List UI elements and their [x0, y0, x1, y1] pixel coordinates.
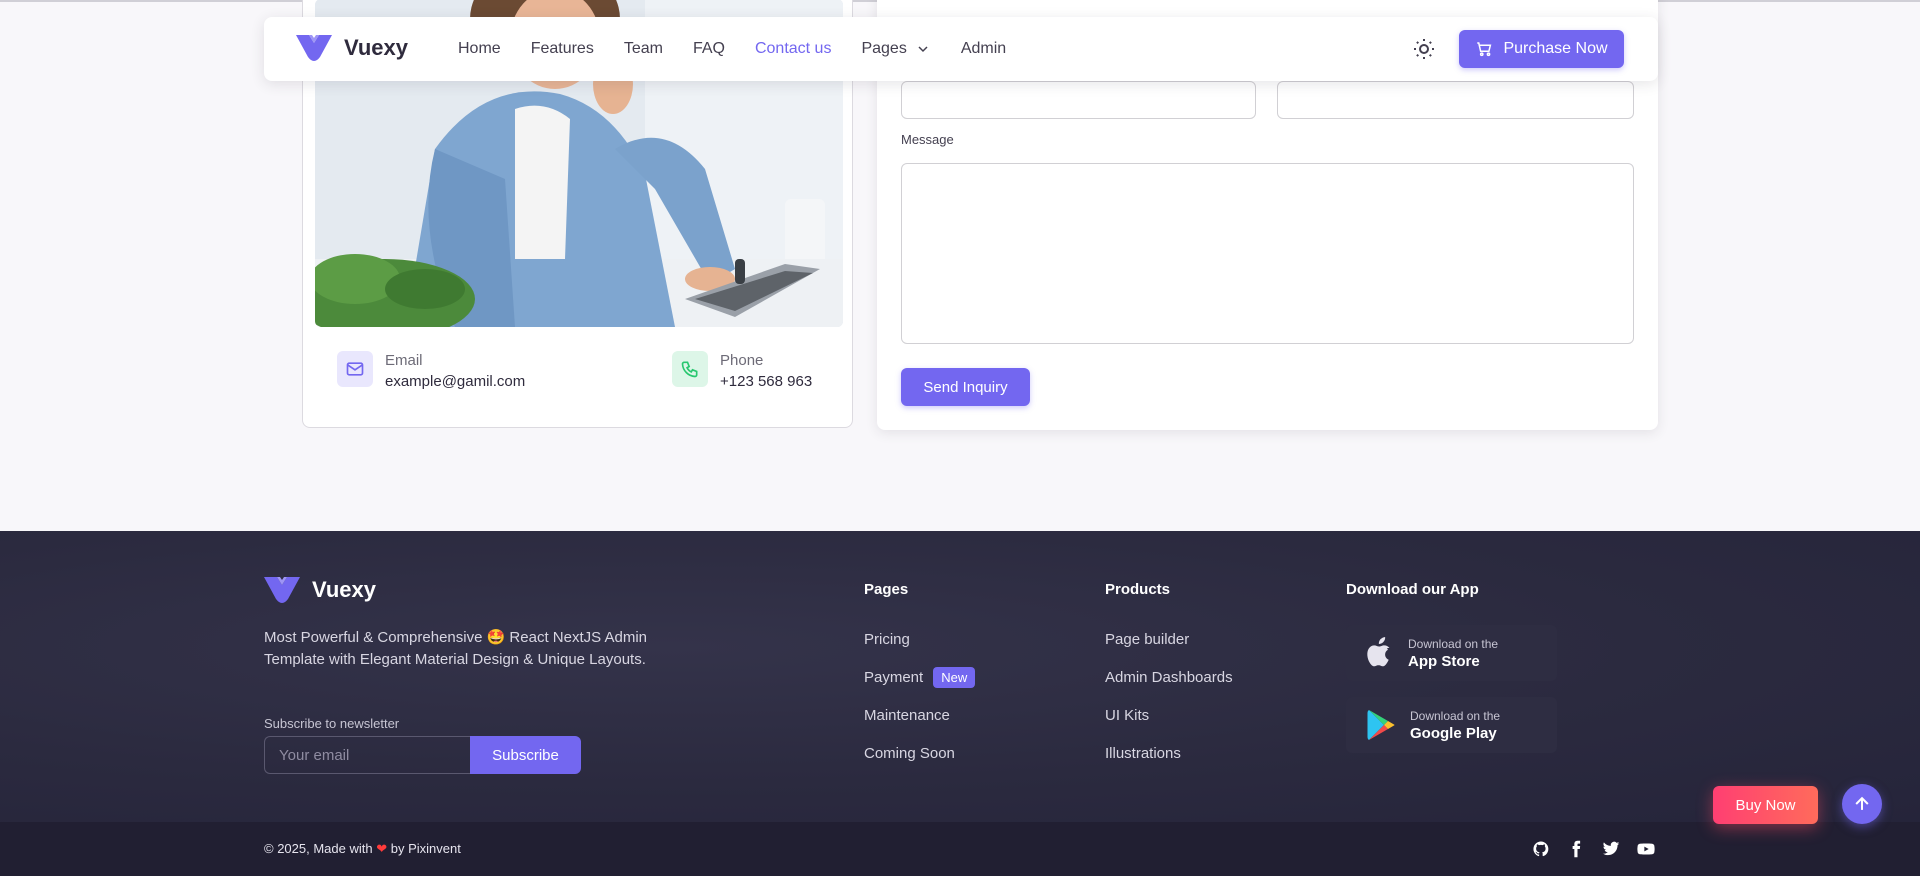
nav-pages-label: Pages: [861, 40, 907, 57]
twitter-icon[interactable]: [1602, 840, 1620, 858]
footer-products-column: Products Page builder Admin Dashboards U…: [1105, 581, 1233, 772]
nav-contact-us[interactable]: Contact us: [755, 40, 831, 58]
cart-icon: [1477, 42, 1492, 57]
brand[interactable]: Vuexy: [296, 35, 408, 61]
heart-icon: ❤: [376, 841, 388, 856]
footer-description: Most Powerful & Comprehensive 🤩 React Ne…: [264, 629, 647, 668]
footer: Vuexy Most Powerful & Comprehensive 🤩 Re…: [0, 531, 1920, 822]
contact-phone: Phone +123 568 963: [672, 351, 812, 393]
social-links: [1532, 840, 1655, 858]
purchase-label: Purchase Now: [1503, 40, 1608, 57]
nav-links: Home Features Team FAQ Contact us Pages …: [458, 17, 1036, 81]
top-navbar: Vuexy Home Features Team FAQ Contact us …: [264, 17, 1658, 81]
footer-link-illustrations[interactable]: Illustrations: [1105, 734, 1233, 772]
nav-features[interactable]: Features: [531, 40, 594, 58]
footer-link-pricing[interactable]: Pricing: [864, 620, 975, 658]
purchase-now-button[interactable]: Purchase Now: [1459, 30, 1624, 68]
nav-pages[interactable]: Pages: [861, 40, 930, 58]
footer-app-column: Download our App: [1346, 581, 1479, 620]
email-address-input[interactable]: [1277, 81, 1634, 119]
newsletter-label: Subscribe to newsletter: [264, 716, 400, 731]
footer-link-page-builder[interactable]: Page builder: [1105, 620, 1233, 658]
app-title: Download our App: [1346, 581, 1479, 598]
apple-icon: [1367, 637, 1390, 667]
message-label: Message: [901, 132, 954, 147]
full-name-input[interactable]: [901, 81, 1256, 119]
contact-info-row: Email example@gamil.com Phone +123 568 9…: [303, 339, 854, 399]
chevron-down-icon: [918, 46, 928, 53]
email-label: Email: [385, 352, 423, 369]
phone-icon: [672, 351, 708, 387]
phone-value: +123 568 963: [720, 373, 813, 390]
nav-faq[interactable]: FAQ: [693, 40, 725, 58]
buy-now-button[interactable]: Buy Now: [1713, 786, 1818, 824]
footer-bottom-bar: © 2025, Made with ❤ by Pixinvent: [0, 822, 1920, 876]
scroll-to-top-button[interactable]: [1842, 784, 1882, 824]
contact-email: Email example@gamil.com: [337, 351, 525, 393]
footer-link-ui-kits[interactable]: UI Kits: [1105, 696, 1233, 734]
arrow-up-icon: [1855, 796, 1869, 810]
email-value: example@gamil.com: [385, 373, 526, 390]
mail-icon: [337, 351, 373, 387]
subscribe-button[interactable]: Subscribe: [470, 736, 581, 774]
brand-name: Vuexy: [344, 35, 409, 60]
products-title: Products: [1105, 581, 1171, 598]
google-play-button[interactable]: Download on the Google Play: [1346, 697, 1557, 753]
nav-team[interactable]: Team: [624, 40, 663, 58]
appstore-big-text: App Store: [1408, 652, 1480, 670]
footer-link-payment[interactable]: Payment New: [864, 658, 976, 696]
send-inquiry-button[interactable]: Send Inquiry: [901, 368, 1030, 406]
footer-pages-column: Pages Pricing Payment New Maintenance Co…: [864, 581, 976, 772]
phone-label: Phone: [720, 352, 764, 369]
footer-link-admin-dashboards[interactable]: Admin Dashboards: [1105, 658, 1233, 696]
copyright-text: © 2025, Made with ❤ by Pixinvent: [264, 841, 461, 857]
footer-brand[interactable]: Vuexy: [264, 577, 376, 603]
vuexy-logo-icon: [296, 35, 332, 61]
pages-title: Pages: [864, 581, 909, 598]
youtube-icon[interactable]: [1637, 840, 1655, 858]
vuexy-logo-icon: [264, 577, 300, 603]
googleplay-big-text: Google Play: [1410, 724, 1497, 742]
new-badge: New: [933, 666, 976, 688]
appstore-small-text: Download on the: [1408, 636, 1499, 651]
googleplay-small-text: Download on the: [1410, 708, 1501, 723]
google-play-icon: [1367, 710, 1395, 740]
footer-link-coming-soon[interactable]: Coming Soon: [864, 734, 975, 772]
message-textarea[interactable]: [901, 163, 1634, 344]
facebook-icon[interactable]: [1567, 840, 1585, 858]
footer-link-maintenance[interactable]: Maintenance: [864, 696, 975, 734]
copyright-prefix: © 2025, Made with: [264, 841, 373, 856]
app-store-button[interactable]: Download on the App Store: [1346, 625, 1557, 681]
github-icon[interactable]: [1532, 840, 1550, 858]
footer-link-payment-label: Payment: [864, 668, 924, 686]
copyright-link[interactable]: by Pixinvent: [391, 841, 461, 856]
nav-admin[interactable]: Admin: [961, 40, 1006, 58]
footer-brand-name: Vuexy: [312, 577, 377, 602]
newsletter-email-input[interactable]: Your email: [264, 736, 470, 774]
sun-icon[interactable]: [1412, 37, 1436, 61]
nav-home[interactable]: Home: [458, 40, 501, 58]
